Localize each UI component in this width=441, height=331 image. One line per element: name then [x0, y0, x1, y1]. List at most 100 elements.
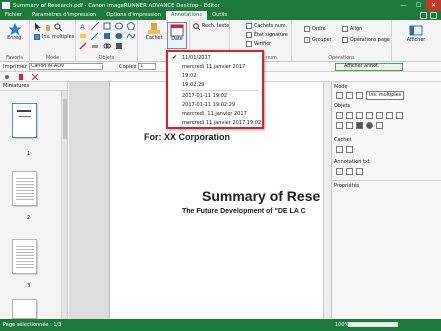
zoom-icon[interactable] — [54, 23, 62, 31]
delete-page-icon[interactable] — [32, 74, 38, 80]
afficher-annot-button[interactable]: Afficher annot. — [335, 63, 403, 71]
info-icon[interactable] — [430, 12, 437, 19]
date-label: Date — [171, 37, 183, 42]
rp-obj-line-icon[interactable] — [356, 112, 363, 119]
line-icon[interactable] — [91, 22, 99, 30]
eraser-icon[interactable] — [91, 42, 99, 50]
rp-obj-polygon-icon[interactable] — [396, 112, 403, 119]
bookmark-icon[interactable] — [18, 74, 24, 80]
maximize-button[interactable]: ☐ — [411, 0, 426, 11]
minimize-button[interactable]: — — [396, 0, 411, 11]
doc-heading: Summary of Rese — [202, 188, 321, 204]
polygon-icon[interactable] — [127, 22, 135, 30]
close-button[interactable]: ✕ — [426, 0, 441, 11]
objets-row-1: A — [79, 22, 135, 30]
aligner-button[interactable]: Align — [342, 26, 362, 32]
date-option[interactable]: 11/01/2017 — [182, 55, 211, 61]
link-icon[interactable] — [103, 42, 111, 50]
afficher-button[interactable]: Afficher — [402, 24, 430, 43]
zoom-slider[interactable] — [348, 322, 398, 327]
verifier-button[interactable]: Vérifier — [246, 41, 271, 47]
rp-hand-icon[interactable] — [346, 92, 353, 99]
enreg-button[interactable]: Enreg. — [5, 22, 25, 41]
rech-texte-button[interactable]: Rech. texte — [193, 23, 229, 30]
printer-select[interactable]: Canon iR-ADV — [29, 63, 103, 70]
rp-obj-fill-icon[interactable] — [356, 122, 363, 129]
rp-obj-rect-icon[interactable] — [376, 112, 383, 119]
select-arrow-icon[interactable] — [34, 23, 42, 31]
highlighter-icon[interactable] — [79, 32, 87, 40]
hand-icon[interactable] — [44, 23, 52, 31]
thumbnails-scrollbar[interactable] — [61, 91, 67, 319]
ins-multiples-button[interactable]: Ins. multiples — [34, 34, 74, 40]
rp-stamp-icon[interactable] — [336, 146, 343, 153]
date-option[interactable]: 19:02:29 — [182, 82, 204, 88]
date-option[interactable]: mercredi 11 janvier 2017 — [182, 64, 245, 70]
help-icon[interactable] — [420, 12, 427, 19]
thumbnails-title: Miniatures — [0, 82, 67, 91]
cachets-num-label: Cachets num. — [254, 23, 288, 29]
square-dark-icon[interactable] — [115, 42, 123, 50]
ellipse-icon[interactable] — [115, 22, 123, 30]
rp-obj-note-icon[interactable] — [346, 112, 353, 119]
window-title: Summary of Research.pdf - Canon imageRUN… — [13, 2, 220, 9]
date-option[interactable]: mercredi, 11 janvier 2017 — [182, 111, 247, 117]
rp-date-icon[interactable] — [346, 146, 353, 153]
date-option[interactable]: 2017-01-11 19:02:29 — [182, 102, 235, 108]
rp-obj-highlight-icon[interactable] — [336, 122, 343, 129]
search-icon — [193, 23, 200, 30]
thumbnail-number: 1 — [27, 151, 31, 157]
grouper-icon — [304, 37, 310, 43]
rp-obj-arrow-icon[interactable] — [366, 112, 373, 119]
rp-obj-text-icon[interactable] — [336, 112, 343, 119]
pen-icon[interactable] — [79, 42, 87, 50]
ordre-icon — [304, 26, 310, 32]
ordre-button[interactable]: Ordre — [304, 26, 326, 32]
rp-annot-icon-3[interactable] — [356, 168, 363, 175]
scroll-thumb[interactable] — [63, 99, 67, 139]
thumbnails-list: 1 2 3 — [0, 91, 61, 319]
date-option[interactable]: mercredi 11 janvier 2017 19:02 — [182, 120, 261, 126]
rp-annot-icon-2[interactable] — [346, 168, 353, 175]
filled-rectangle-icon[interactable] — [103, 32, 111, 40]
rp-zoom-icon[interactable] — [356, 92, 363, 99]
rp-ins-multiples-button[interactable]: Ins. multiples — [366, 91, 405, 100]
thumbnail-page-3[interactable] — [12, 239, 37, 274]
thumbnail-page-4[interactable] — [12, 299, 37, 319]
rp-obj-ellipse-icon[interactable] — [386, 112, 393, 119]
doc-subheading: The Future Development of "DE LA C — [182, 208, 306, 215]
text-box-icon[interactable]: A — [79, 22, 87, 30]
rp-annot-icon-1[interactable] — [336, 168, 343, 175]
filled-ellipse-icon[interactable] — [115, 32, 123, 40]
ordre-label: Ordre — [312, 26, 326, 32]
date-button[interactable]: Date — [167, 22, 187, 49]
ops-page-button[interactable]: Opérations page — [342, 37, 390, 43]
aligner-label: Align — [350, 26, 363, 32]
tab-parametres-impression[interactable]: Paramètres d'impression — [27, 11, 101, 20]
ops-page-icon — [342, 37, 348, 43]
rp-obj-circle-icon[interactable] — [366, 122, 373, 129]
tab-options-impression[interactable]: Options d'impression — [101, 11, 166, 20]
copies-input[interactable]: 1 — [138, 63, 156, 70]
rp-obj-pen-icon[interactable] — [346, 122, 353, 129]
document-scrollbar[interactable] — [323, 82, 331, 319]
rp-cachet-title: Cachet — [334, 137, 352, 143]
tab-fichier[interactable]: Fichier — [0, 11, 27, 20]
date-option[interactable]: 19:02 — [182, 73, 196, 79]
thumbnail-page-1[interactable] — [12, 103, 37, 138]
rectangle-icon[interactable] — [103, 22, 111, 30]
tab-outils[interactable]: Outils — [207, 11, 232, 20]
rp-select-icon[interactable] — [336, 92, 343, 99]
date-option[interactable]: 2017-01-11 19:02 — [182, 93, 227, 99]
arrow-icon[interactable] — [91, 32, 99, 40]
etat-signature-button[interactable]: État signature — [246, 32, 288, 38]
grouper-button[interactable]: Grouper — [304, 37, 332, 43]
tab-annotations[interactable]: Annotations — [165, 11, 208, 20]
pin-icon[interactable] — [4, 74, 10, 80]
thumbnail-page-2[interactable] — [12, 171, 37, 206]
rp-obj-link-icon[interactable] — [376, 122, 383, 129]
rp-divider — [332, 180, 441, 181]
cachet-button[interactable]: Cachet — [143, 22, 165, 41]
freehand-icon[interactable] — [127, 32, 135, 40]
cachets-num-button[interactable]: Cachets num. — [246, 23, 287, 29]
